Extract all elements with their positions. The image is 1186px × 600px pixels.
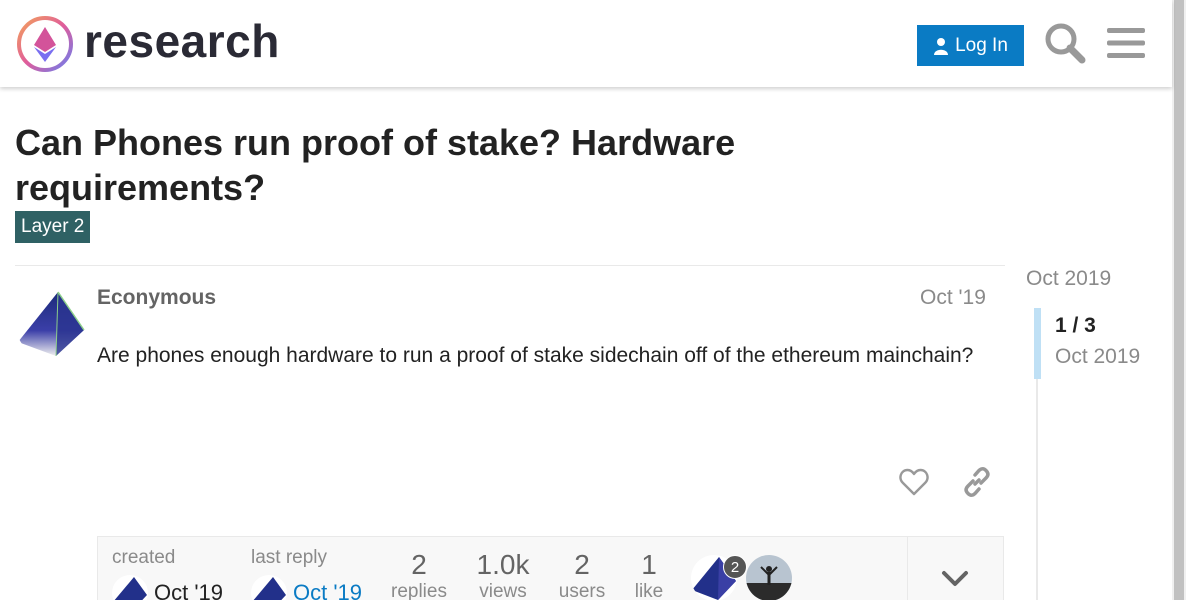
post-username[interactable]: Econymous bbox=[97, 286, 216, 310]
stat-label: views bbox=[479, 581, 527, 600]
topic-map: created Oct '19 last reply Oct '19 2 rep… bbox=[97, 536, 1004, 600]
created-label: created bbox=[112, 547, 176, 568]
stat-likes: 1 like bbox=[628, 549, 670, 600]
last-reply-label: last reply bbox=[251, 547, 328, 568]
participant-avatar[interactable] bbox=[746, 555, 792, 600]
post-body: Are phones enough hardware to run a proo… bbox=[97, 344, 974, 367]
stat-value: 1.0k bbox=[476, 549, 530, 580]
link-icon[interactable] bbox=[962, 467, 992, 497]
created-date[interactable]: Oct '19 bbox=[154, 580, 223, 600]
user-icon bbox=[934, 37, 949, 55]
stat-label: users bbox=[558, 581, 606, 600]
participant-post-count: 2 bbox=[723, 555, 747, 579]
stat-users: 2 users bbox=[554, 549, 610, 600]
stat-value: 2 bbox=[574, 549, 590, 580]
post-date[interactable]: Oct '19 bbox=[920, 286, 986, 310]
chevron-down-icon[interactable] bbox=[940, 566, 970, 592]
stat-views: 1.0k views bbox=[470, 549, 536, 600]
last-reply-avatar[interactable] bbox=[251, 575, 287, 600]
topic-title[interactable]: Can Phones run proof of stake? Hardware … bbox=[15, 120, 915, 210]
timeline-handle[interactable] bbox=[1034, 308, 1041, 379]
stat-label: replies bbox=[391, 581, 447, 600]
stat-value: 2 bbox=[411, 549, 427, 580]
stat-label: like bbox=[634, 581, 664, 600]
avatar-image bbox=[16, 290, 85, 359]
menu-icon[interactable] bbox=[1107, 26, 1145, 60]
stat-replies: 2 replies bbox=[388, 549, 450, 600]
creator-avatar[interactable] bbox=[112, 575, 148, 600]
last-reply-section: last reply Oct '19 bbox=[251, 547, 362, 600]
topic-map-separator bbox=[907, 536, 908, 600]
stat-value: 1 bbox=[641, 549, 657, 580]
site-header: research Log In bbox=[0, 0, 1172, 87]
created-section: created Oct '19 bbox=[112, 547, 223, 600]
search-icon[interactable] bbox=[1044, 22, 1086, 64]
timeline-start-date[interactable]: Oct 2019 bbox=[1026, 267, 1111, 291]
last-reply-date[interactable]: Oct '19 bbox=[293, 580, 362, 600]
divider bbox=[15, 265, 1005, 266]
timeline-current-date: Oct 2019 bbox=[1055, 345, 1141, 368]
scrollbar-thumb[interactable] bbox=[1174, 0, 1184, 600]
site-name[interactable]: research bbox=[84, 14, 280, 68]
logo-icon[interactable] bbox=[16, 15, 74, 73]
heart-icon[interactable] bbox=[899, 467, 929, 497]
login-button[interactable]: Log In bbox=[917, 25, 1024, 66]
timeline-position: 1 / 3 bbox=[1055, 314, 1096, 337]
avatar[interactable] bbox=[16, 290, 85, 359]
login-label: Log In bbox=[955, 34, 1008, 56]
category-badge[interactable]: Layer 2 bbox=[15, 211, 91, 243]
